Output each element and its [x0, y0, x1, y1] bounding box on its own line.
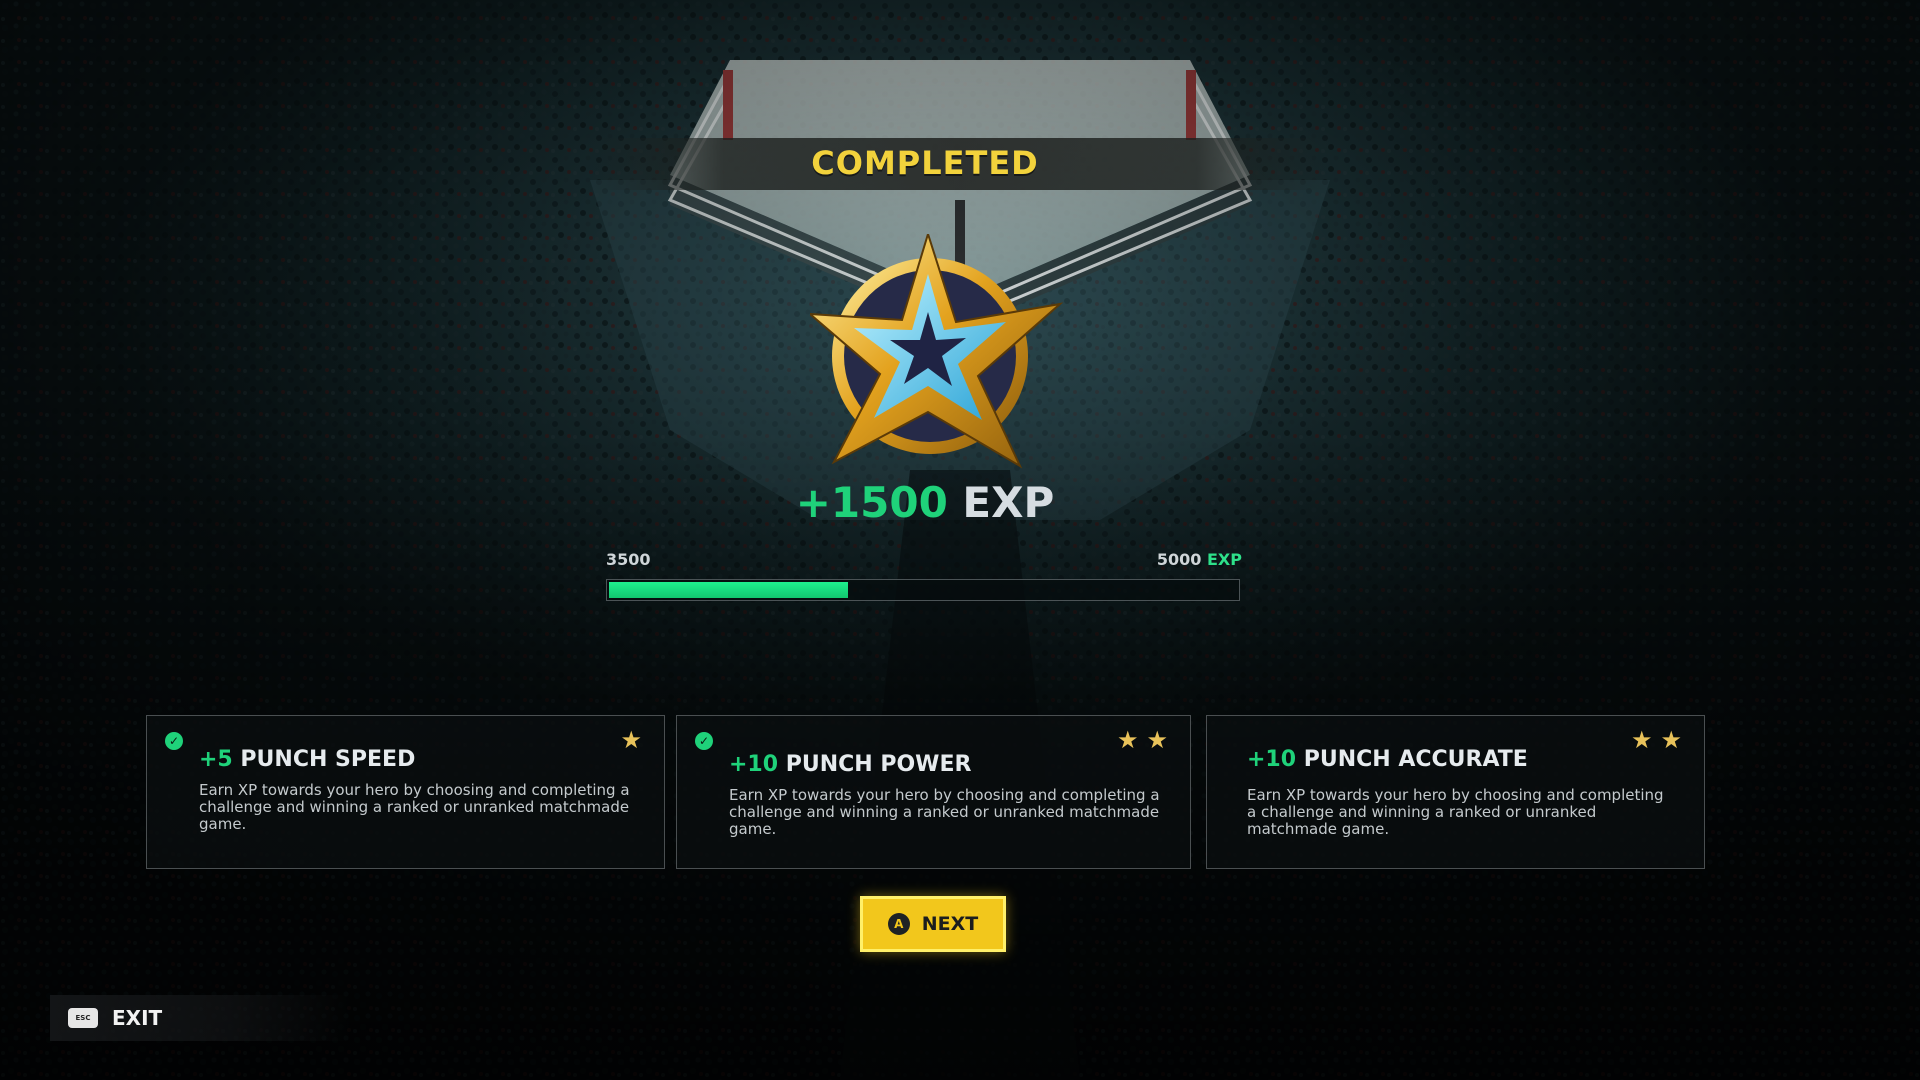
star-rating-icon: ★ [620, 726, 650, 754]
esc-key-icon: ESC [68, 1008, 98, 1028]
card-title: +5 PUNCH SPEED [199, 747, 415, 772]
card-description: Earn XP towards your hero by choosing an… [729, 786, 1160, 838]
next-button-label: NEXT [921, 913, 979, 935]
exit-button-label: EXIT [112, 1006, 163, 1030]
exp-reward: +1500 EXP [0, 478, 1850, 527]
card-stat-name: PUNCH POWER [785, 752, 972, 777]
card-gain: +10 [1247, 747, 1297, 772]
reward-card-punch-speed: ✓ ★ +5 PUNCH SPEED Earn XP towards your … [146, 715, 665, 869]
card-stat-name: PUNCH ACCURATE [1303, 747, 1528, 772]
exp-unit-label: EXP [962, 478, 1055, 527]
next-button[interactable]: A NEXT [860, 896, 1006, 952]
card-description: Earn XP towards your hero by choosing an… [199, 781, 630, 833]
card-title: +10 PUNCH ACCURATE [1247, 747, 1528, 772]
star-rating-icon: ★★ [1116, 726, 1176, 754]
card-gain: +5 [199, 747, 233, 772]
card-gain: +10 [729, 752, 779, 777]
exp-gain-value: +1500 [795, 478, 948, 527]
exit-button[interactable]: ESC EXIT [50, 995, 350, 1041]
card-stat-name: PUNCH SPEED [240, 747, 416, 772]
card-title: +10 PUNCH POWER [729, 752, 971, 777]
exp-progress-bar [606, 579, 1240, 601]
star-badge-icon [807, 230, 1070, 474]
completed-check-icon: ✓ [695, 732, 713, 750]
progress-max-value: 5000 [1156, 550, 1202, 569]
exp-progress-fill [609, 582, 848, 598]
progress-max-unit: EXP [1207, 550, 1242, 569]
completed-check-icon: ✓ [165, 732, 183, 750]
progress-max-label: 5000 EXP [1157, 550, 1242, 569]
page-title: COMPLETED [811, 144, 1039, 182]
card-description: Earn XP towards your hero by choosing an… [1247, 786, 1664, 838]
star-rating-icon: ★★ [1630, 726, 1690, 754]
reward-card-punch-power: ✓ ★★ +10 PUNCH POWER Earn XP towards you… [676, 715, 1191, 869]
reward-card-punch-accurate: ★★ +10 PUNCH ACCURATE Earn XP towards yo… [1206, 715, 1705, 869]
progress-min-label: 3500 [606, 550, 651, 569]
a-button-icon: A [887, 913, 910, 935]
